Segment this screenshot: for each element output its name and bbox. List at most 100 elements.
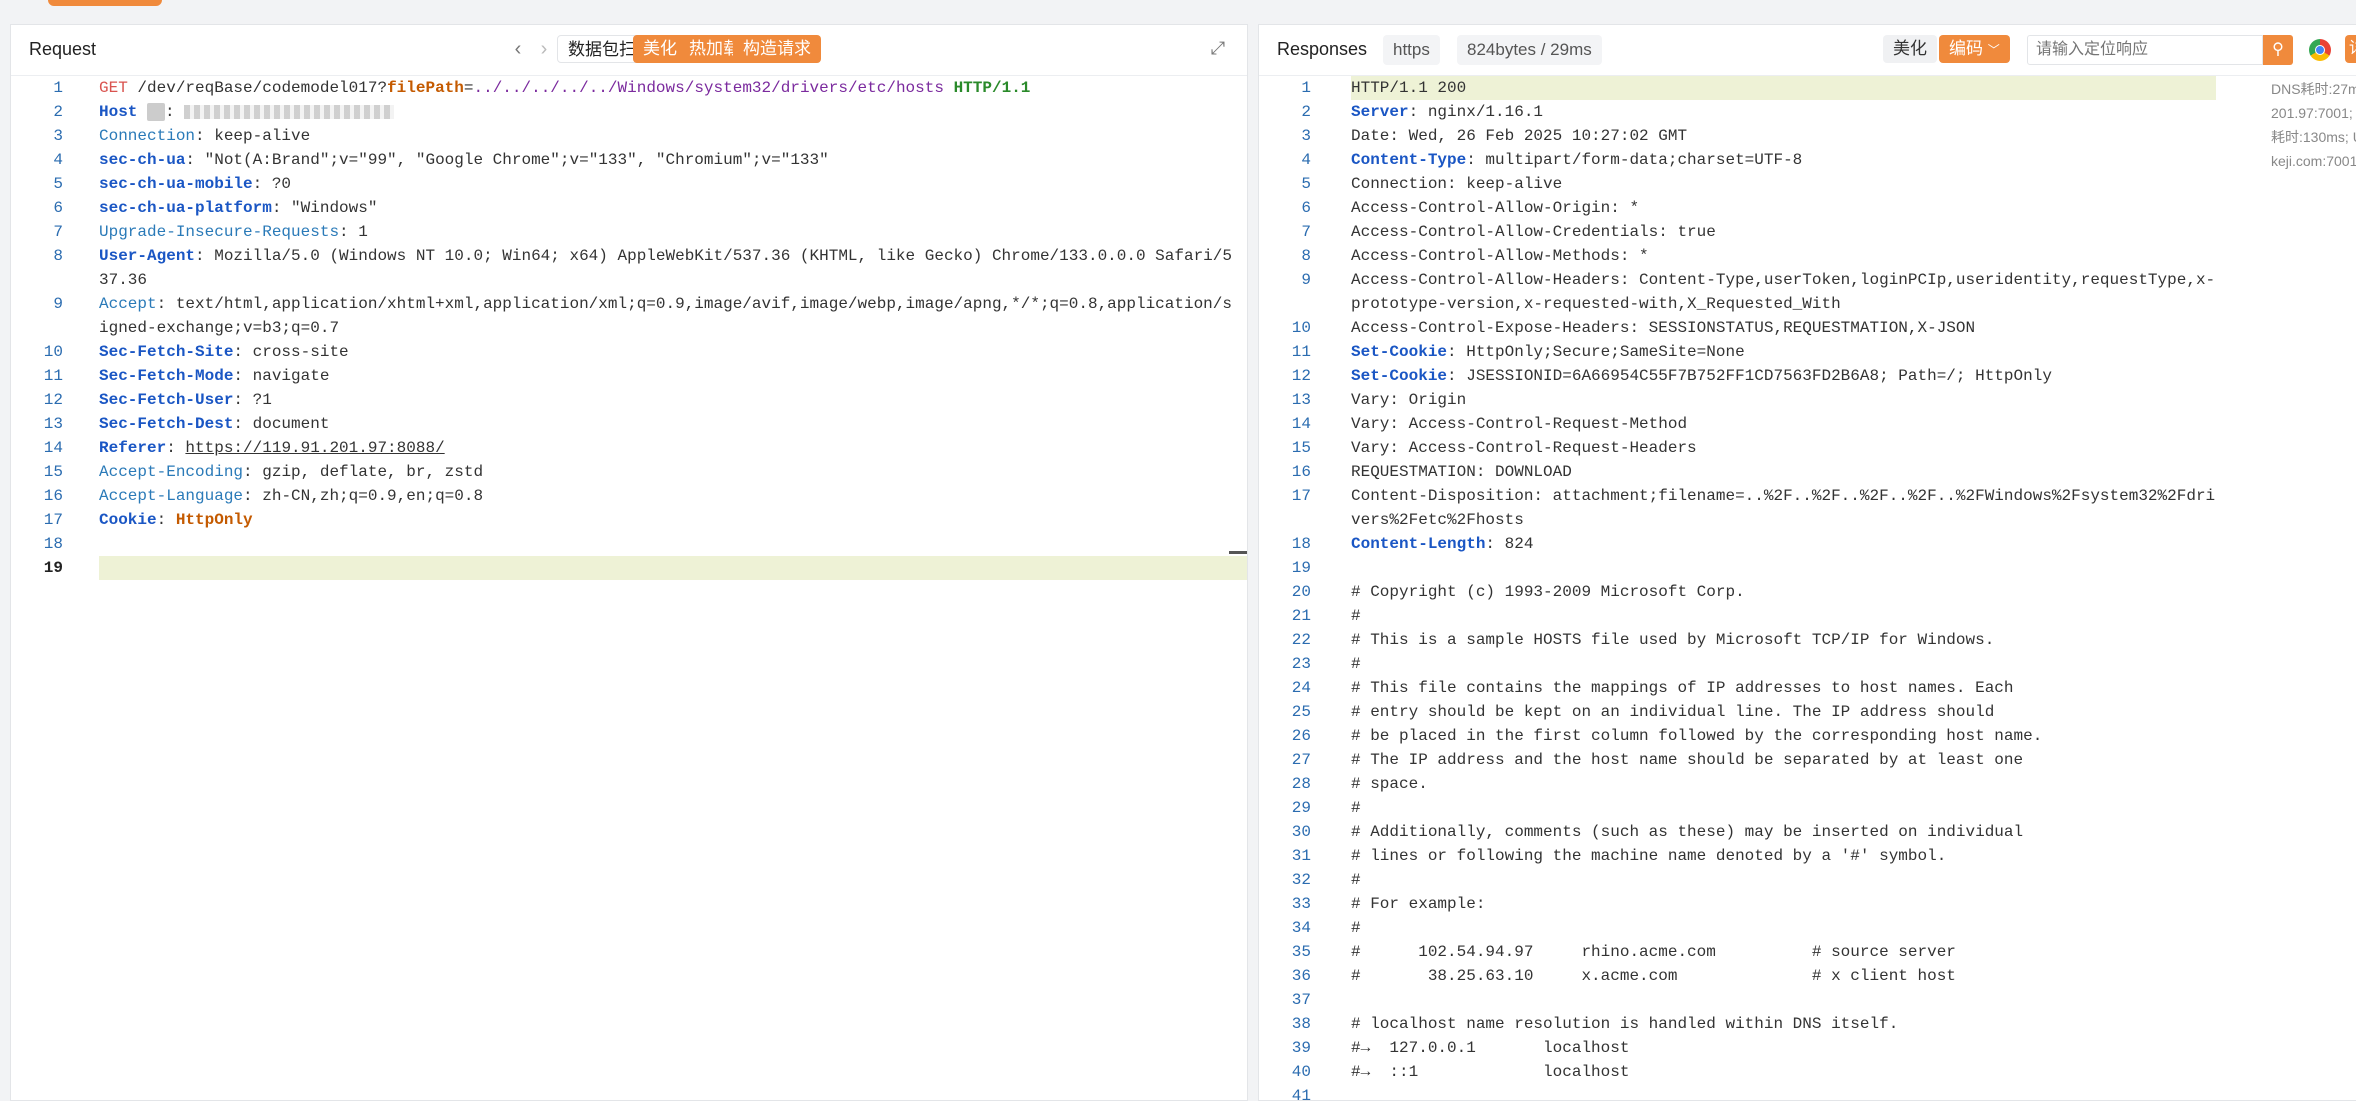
line-number: 15 [1291, 439, 1311, 457]
code-line: 19 [1259, 556, 2356, 580]
line-content: Set-Cookie: JSESSIONID=6A66954C55F7B752F… [1351, 367, 2052, 385]
code-line: 15 Vary: Access-Control-Request-Headers [1259, 436, 2356, 460]
fullscreen-icon[interactable]: ⤢ [1207, 37, 1229, 59]
current-line-highlight [99, 556, 1247, 580]
line-content: Referer: https://119.91.201.97:8088/ [99, 439, 445, 457]
code-line: 39 #→ 127.0.0.1 localhost [1259, 1036, 2356, 1060]
line-number: 19 [1291, 559, 1311, 577]
code-line: 36 # 38.25.63.10 x.acme.com # x client ho… [1259, 964, 2356, 988]
line-number: 6 [1301, 199, 1311, 217]
line-content: # For example: [1351, 895, 1486, 913]
size-time-tag: 824bytes / 29ms [1457, 35, 1602, 65]
line-content: # 102.54.94.97 rhino.acme.com # source s… [1351, 943, 1956, 961]
code-line: 30 # Additionally, comments (such as thes… [1259, 820, 2356, 844]
line-number: 25 [1291, 703, 1311, 721]
code-line: 13 Sec-Fetch-Dest: document [11, 412, 1247, 436]
line-content: # localhost name resolution is handled w… [1351, 1015, 1899, 1033]
chrome-browser-icon[interactable] [2309, 39, 2331, 61]
line-content: sec-ch-ua: "Not(A:Brand";v="99", "Google… [99, 151, 829, 169]
code-line: 41 [1259, 1084, 2356, 1100]
search-icon[interactable]: ⚲ [2263, 35, 2293, 65]
top-orange-button[interactable] [48, 0, 162, 6]
line-number: 14 [43, 439, 63, 457]
line-number: 39 [1291, 1039, 1311, 1057]
line-content: # space. [1351, 775, 1428, 793]
line-content: Sec-Fetch-Mode: navigate [99, 367, 330, 385]
line-number: 12 [43, 391, 63, 409]
locate-response-input[interactable] [2027, 35, 2263, 65]
line-number: 5 [1301, 175, 1311, 193]
code-line: 37 [1259, 988, 2356, 1012]
code-line: 2 Server: nginx/1.16.1 [1259, 100, 2356, 124]
code-line: 9 Accept: text/html,application/xhtml+xml… [11, 292, 1247, 340]
encode-button[interactable]: 编码 ﹀ [1939, 35, 2010, 63]
line-content: Sec-Fetch-Dest: document [99, 415, 330, 433]
line-number: 4 [1301, 151, 1311, 169]
chevron-right-icon[interactable]: › [531, 35, 557, 63]
line-number: 3 [1301, 127, 1311, 145]
line-content: User-Agent: Mozilla/5.0 (Windows NT 10.0… [99, 247, 1232, 289]
chevron-left-icon[interactable]: ‹ [505, 35, 531, 63]
request-title: Request [29, 39, 97, 59]
line-number: 9 [1301, 271, 1311, 289]
code-line: 14 Referer: https://119.91.201.97:8088/ [11, 436, 1247, 460]
code-line: 5 sec-ch-ua-mobile: ?0 [11, 172, 1247, 196]
line-content: Access-Control-Allow-Origin: * [1351, 199, 1640, 217]
line-content: Sec-Fetch-Site: cross-site [99, 343, 349, 361]
code-line: 26 # be placed in the first column follow… [1259, 724, 2356, 748]
line-number: 1 [1301, 79, 1311, 97]
line-number: 30 [1291, 823, 1311, 841]
code-line: 24 # This file contains the mappings of I… [1259, 676, 2356, 700]
line-content: Vary: Origin [1351, 391, 1467, 409]
line-number: 38 [1291, 1015, 1311, 1033]
request-panel: Request ‹ › 数据包扫描 美化 热加载 构造请求 ⤢ 1 GET /de… [10, 24, 1248, 1101]
line-content: Vary: Access-Control-Request-Method [1351, 415, 1688, 433]
line-number: 18 [43, 535, 63, 553]
meta-line: DNS耗时:27ms; 远端地址:119.91. [2271, 81, 2356, 97]
line-content: Content-Length: 824 [1351, 535, 1534, 553]
code-line: 7 Access-Control-Allow-Credentials: true [1259, 220, 2356, 244]
line-number: 18 [1291, 535, 1311, 553]
line-number: 26 [1291, 727, 1311, 745]
response-beautify-button[interactable]: 美化 [1883, 35, 1937, 63]
code-line: 10 Sec-Fetch-Site: cross-site [11, 340, 1247, 364]
response-editor[interactable]: 1 HTTP/1.1 200 2 Server: nginx/1.16.1 3 Date:… [1259, 76, 2356, 1100]
request-editor[interactable]: 1 GET /dev/reqBase/codemodel017?filePath=… [11, 76, 1247, 1100]
line-number: 17 [43, 511, 63, 529]
code-line: 25 # entry should be kept on an individua… [1259, 700, 2356, 724]
code-line: 10 Access-Control-Expose-Headers: SESSION… [1259, 316, 2356, 340]
scroll-marker [1229, 551, 1247, 554]
line-number: 6 [53, 199, 63, 217]
code-line: 34 # [1259, 916, 2356, 940]
line-number: 33 [1291, 895, 1311, 913]
code-line: 28 # space. [1259, 772, 2356, 796]
line-number: 16 [1291, 463, 1311, 481]
build-request-button[interactable]: 构造请求 [733, 35, 821, 63]
line-number: 37 [1291, 991, 1311, 1009]
code-line: 3 Connection: keep-alive [11, 124, 1247, 148]
line-number: 10 [1291, 319, 1311, 337]
details-button[interactable]: 详 [2345, 35, 2356, 63]
code-line: 18 Content-Length: 824 [1259, 532, 2356, 556]
line-number: 7 [53, 223, 63, 241]
line-content: Sec-Fetch-User: ?1 [99, 391, 272, 409]
line-content: # [1351, 919, 1361, 937]
code-line: 17 Content-Disposition: attachment;filena… [1259, 484, 2356, 532]
line-number: 32 [1291, 871, 1311, 889]
line-content: Server: nginx/1.16.1 [1351, 103, 1544, 121]
line-content: #→ 127.0.0.1 localhost [1351, 1039, 1630, 1057]
line-number: 24 [1291, 679, 1311, 697]
code-line: 38 # localhost name resolution is handled… [1259, 1012, 2356, 1036]
code-line: 4 Content-Type: multipart/form-data;chars… [1259, 148, 2356, 172]
line-content: # 38.25.63.10 x.acme.com # x client host [1351, 967, 1956, 985]
line-number: 22 [1291, 631, 1311, 649]
line-number: 10 [43, 343, 63, 361]
line-number: 7 [1301, 223, 1311, 241]
meta-line: keji.com:7001/... [2271, 153, 2356, 169]
line-content: # [1351, 607, 1361, 625]
line-number: 35 [1291, 943, 1311, 961]
code-line: 12 Sec-Fetch-User: ?1 [11, 388, 1247, 412]
line-number: 15 [43, 463, 63, 481]
line-number: 1 [53, 79, 63, 97]
line-number: 17 [1291, 487, 1311, 505]
